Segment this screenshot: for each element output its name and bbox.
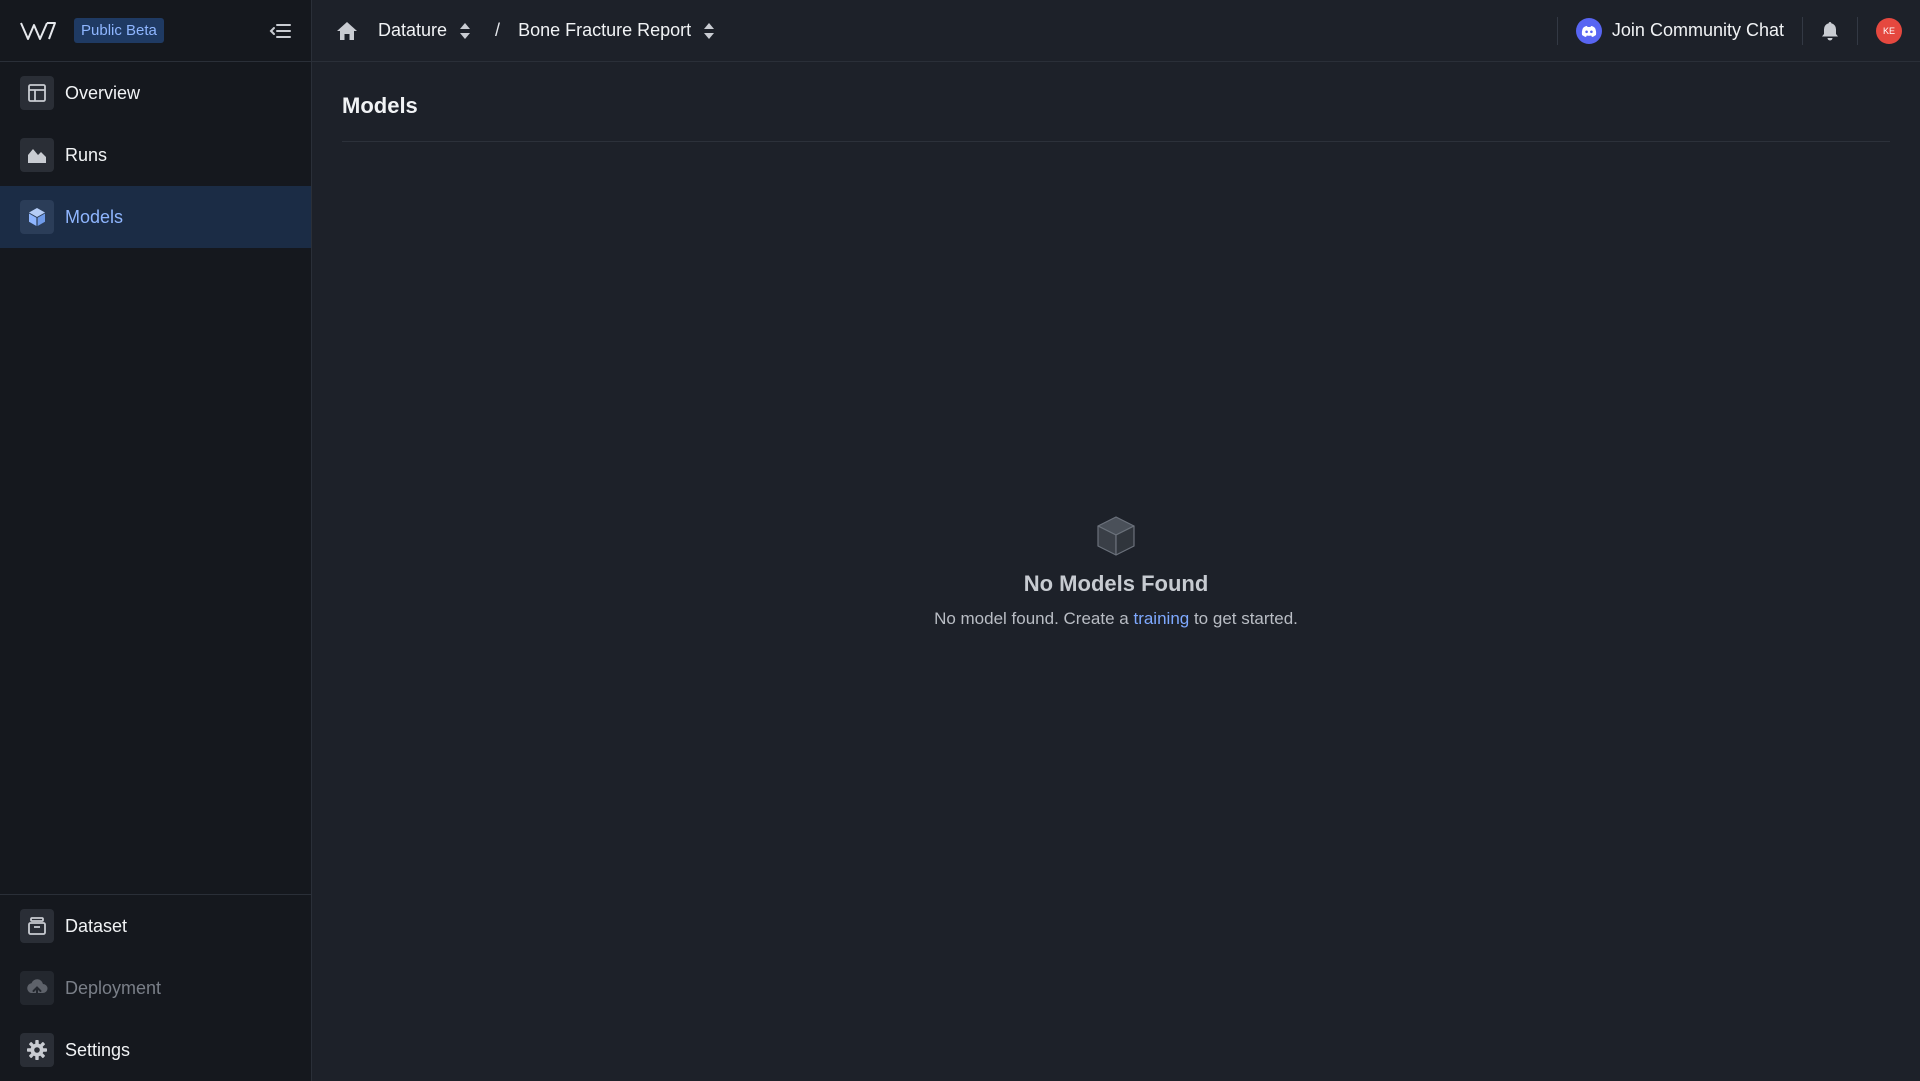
title-divider: [342, 141, 1890, 142]
sidebar-header: Public Beta: [0, 0, 311, 62]
gear-icon: [20, 1033, 54, 1067]
cube-outline-icon: [312, 515, 1920, 557]
empty-state-title: No Models Found: [1023, 571, 1209, 596]
sidebar-item-label: Overview: [65, 82, 141, 103]
breadcrumb-workspace[interactable]: Datature: [378, 20, 471, 41]
empty-state-message: No model found. Create a training to get…: [312, 609, 1920, 629]
sort-toggle-icon: [459, 22, 471, 40]
discord-icon: [1575, 17, 1602, 44]
divider: [1857, 16, 1858, 45]
breadcrumb-separator: /: [495, 20, 501, 40]
cloud-upload-icon: [20, 971, 54, 1005]
empty-text-before: No model found. Create a: [934, 609, 1134, 628]
public-beta-badge: Public Beta: [74, 18, 164, 43]
join-community-chat-button[interactable]: Join Community Chat: [1558, 17, 1802, 44]
sidebar-item-label: Models: [65, 206, 124, 227]
datature-logo[interactable]: [20, 20, 56, 42]
sidebar-nav: Overview Runs Models: [0, 62, 311, 248]
sidebar-item-dataset[interactable]: Dataset: [0, 895, 311, 957]
sidebar-item-models[interactable]: Models: [0, 186, 311, 248]
sidebar-item-label: Deployment: [65, 977, 162, 998]
bell-icon[interactable]: [1803, 21, 1857, 41]
sidebar-item-overview[interactable]: Overview: [0, 62, 311, 124]
home-icon[interactable]: [336, 21, 358, 41]
breadcrumb-project[interactable]: Bone Fracture Report: [518, 20, 715, 41]
app-root: Public Beta Overview Runs Models Dataset…: [0, 0, 1920, 1081]
collapse-sidebar-icon[interactable]: [267, 18, 293, 44]
cube-icon: [20, 200, 54, 234]
sidebar: Public Beta Overview Runs Models Dataset…: [0, 0, 312, 1081]
sidebar-item-label: Runs: [65, 144, 108, 165]
main-content: Models No Models Found No model found. C…: [312, 62, 1920, 1081]
sidebar-item-runs[interactable]: Runs: [0, 124, 311, 186]
sidebar-item-label: Settings: [65, 1039, 131, 1060]
layout-icon: [20, 76, 54, 110]
sidebar-item-label: Dataset: [65, 915, 128, 936]
sidebar-item-deployment[interactable]: Deployment: [0, 957, 311, 1019]
project-name: Bone Fracture Report: [518, 20, 692, 40]
topbar: Datature / Bone Fracture Report Join Com…: [312, 0, 1920, 62]
empty-text-after: to get started.: [1189, 609, 1298, 628]
workspace-name: Datature: [378, 20, 448, 40]
sort-toggle-icon: [703, 22, 715, 40]
area-chart-icon: [20, 138, 54, 172]
topbar-actions: Join Community Chat KE: [1556, 0, 1902, 62]
training-link[interactable]: training: [1133, 609, 1189, 628]
page-title: Models: [342, 93, 418, 118]
user-avatar[interactable]: KE: [1876, 17, 1902, 44]
sidebar-item-settings[interactable]: Settings: [0, 1019, 311, 1081]
empty-state: No Models Found No model found. Create a…: [312, 515, 1920, 629]
archive-icon: [20, 909, 54, 943]
sidebar-bottom-nav: Dataset Deployment Settings: [0, 894, 311, 1081]
community-chat-label: Join Community Chat: [1611, 20, 1784, 40]
